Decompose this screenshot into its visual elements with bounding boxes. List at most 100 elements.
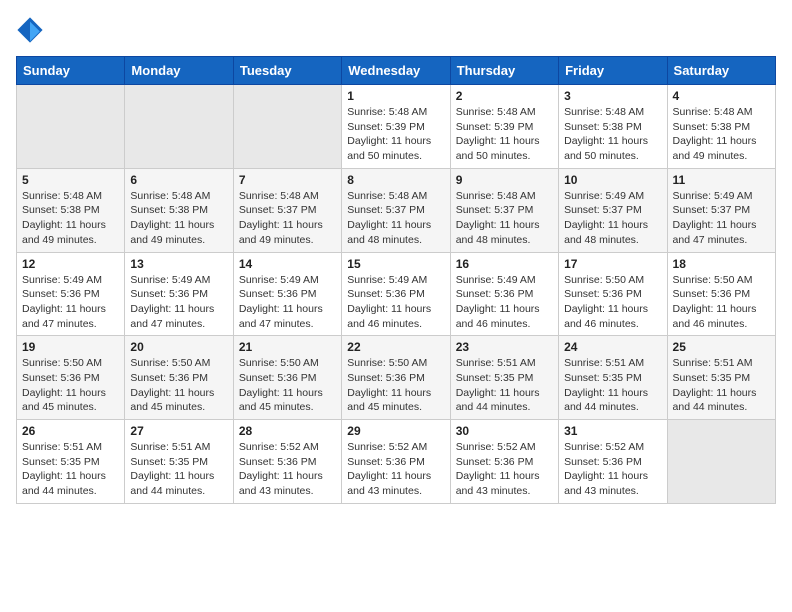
day-number: 24 <box>564 340 661 354</box>
day-number: 20 <box>130 340 227 354</box>
day-number: 21 <box>239 340 336 354</box>
calendar-cell: 6 Sunrise: 5:48 AM Sunset: 5:38 PM Daylig… <box>125 168 233 252</box>
day-info: Sunrise: 5:49 AM Sunset: 5:36 PM Dayligh… <box>22 273 119 332</box>
calendar-cell: 27 Sunrise: 5:51 AM Sunset: 5:35 PM Dayli… <box>125 420 233 504</box>
page-header <box>16 16 776 44</box>
day-number: 9 <box>456 173 553 187</box>
day-number: 25 <box>673 340 770 354</box>
calendar-cell: 1 Sunrise: 5:48 AM Sunset: 5:39 PM Daylig… <box>342 85 450 169</box>
day-info: Sunrise: 5:51 AM Sunset: 5:35 PM Dayligh… <box>22 440 119 499</box>
day-info: Sunrise: 5:50 AM Sunset: 5:36 PM Dayligh… <box>347 356 444 415</box>
day-number: 8 <box>347 173 444 187</box>
day-number: 16 <box>456 257 553 271</box>
calendar-cell: 10 Sunrise: 5:49 AM Sunset: 5:37 PM Dayli… <box>559 168 667 252</box>
calendar-week-row: 5 Sunrise: 5:48 AM Sunset: 5:38 PM Daylig… <box>17 168 776 252</box>
day-number: 6 <box>130 173 227 187</box>
day-info: Sunrise: 5:48 AM Sunset: 5:37 PM Dayligh… <box>239 189 336 248</box>
weekday-header: Monday <box>125 57 233 85</box>
day-number: 22 <box>347 340 444 354</box>
calendar-cell: 23 Sunrise: 5:51 AM Sunset: 5:35 PM Dayli… <box>450 336 558 420</box>
day-number: 4 <box>673 89 770 103</box>
calendar-cell: 21 Sunrise: 5:50 AM Sunset: 5:36 PM Dayli… <box>233 336 341 420</box>
day-number: 14 <box>239 257 336 271</box>
weekday-header-row: SundayMondayTuesdayWednesdayThursdayFrid… <box>17 57 776 85</box>
calendar-cell: 31Sunrise: 5:52 AM Sunset: 5:36 PM Dayli… <box>559 420 667 504</box>
calendar-cell: 19Sunrise: 5:50 AM Sunset: 5:36 PM Dayli… <box>17 336 125 420</box>
day-info: Sunrise: 5:51 AM Sunset: 5:35 PM Dayligh… <box>564 356 661 415</box>
calendar-cell: 16Sunrise: 5:49 AM Sunset: 5:36 PM Dayli… <box>450 252 558 336</box>
day-number: 12 <box>22 257 119 271</box>
day-number: 7 <box>239 173 336 187</box>
calendar-cell: 29 Sunrise: 5:52 AM Sunset: 5:36 PM Dayli… <box>342 420 450 504</box>
day-info: Sunrise: 5:51 AM Sunset: 5:35 PM Dayligh… <box>130 440 227 499</box>
day-info: Sunrise: 5:48 AM Sunset: 5:37 PM Dayligh… <box>456 189 553 248</box>
day-number: 29 <box>347 424 444 438</box>
day-number: 5 <box>22 173 119 187</box>
weekday-header: Saturday <box>667 57 775 85</box>
day-info: Sunrise: 5:48 AM Sunset: 5:38 PM Dayligh… <box>673 105 770 164</box>
day-info: Sunrise: 5:52 AM Sunset: 5:36 PM Dayligh… <box>456 440 553 499</box>
day-info: Sunrise: 5:51 AM Sunset: 5:35 PM Dayligh… <box>673 356 770 415</box>
day-number: 10 <box>564 173 661 187</box>
day-info: Sunrise: 5:48 AM Sunset: 5:38 PM Dayligh… <box>130 189 227 248</box>
day-info: Sunrise: 5:48 AM Sunset: 5:38 PM Dayligh… <box>22 189 119 248</box>
calendar-cell: 20Sunrise: 5:50 AM Sunset: 5:36 PM Dayli… <box>125 336 233 420</box>
day-number: 18 <box>673 257 770 271</box>
calendar-cell: 18 Sunrise: 5:50 AM Sunset: 5:36 PM Dayli… <box>667 252 775 336</box>
day-info: Sunrise: 5:49 AM Sunset: 5:37 PM Dayligh… <box>564 189 661 248</box>
day-number: 28 <box>239 424 336 438</box>
day-number: 30 <box>456 424 553 438</box>
calendar-cell <box>233 85 341 169</box>
calendar-cell <box>17 85 125 169</box>
day-info: Sunrise: 5:48 AM Sunset: 5:39 PM Dayligh… <box>456 105 553 164</box>
day-info: Sunrise: 5:50 AM Sunset: 5:36 PM Dayligh… <box>564 273 661 332</box>
calendar-cell: 25 Sunrise: 5:51 AM Sunset: 5:35 PM Dayli… <box>667 336 775 420</box>
day-number: 3 <box>564 89 661 103</box>
calendar-cell <box>667 420 775 504</box>
calendar-cell: 11 Sunrise: 5:49 AM Sunset: 5:37 PM Dayli… <box>667 168 775 252</box>
day-number: 23 <box>456 340 553 354</box>
day-info: Sunrise: 5:48 AM Sunset: 5:37 PM Dayligh… <box>347 189 444 248</box>
day-info: Sunrise: 5:50 AM Sunset: 5:36 PM Dayligh… <box>239 356 336 415</box>
day-info: Sunrise: 5:49 AM Sunset: 5:36 PM Dayligh… <box>130 273 227 332</box>
day-number: 26 <box>22 424 119 438</box>
calendar-cell: 9 Sunrise: 5:48 AM Sunset: 5:37 PM Daylig… <box>450 168 558 252</box>
day-info: Sunrise: 5:52 AM Sunset: 5:36 PM Dayligh… <box>347 440 444 499</box>
calendar-cell: 26 Sunrise: 5:51 AM Sunset: 5:35 PM Dayli… <box>17 420 125 504</box>
day-number: 31 <box>564 424 661 438</box>
day-number: 13 <box>130 257 227 271</box>
calendar-week-row: 1 Sunrise: 5:48 AM Sunset: 5:39 PM Daylig… <box>17 85 776 169</box>
calendar-week-row: 26 Sunrise: 5:51 AM Sunset: 5:35 PM Dayli… <box>17 420 776 504</box>
day-info: Sunrise: 5:49 AM Sunset: 5:37 PM Dayligh… <box>673 189 770 248</box>
day-number: 27 <box>130 424 227 438</box>
calendar-table: SundayMondayTuesdayWednesdayThursdayFrid… <box>16 56 776 504</box>
day-info: Sunrise: 5:49 AM Sunset: 5:36 PM Dayligh… <box>239 273 336 332</box>
day-info: Sunrise: 5:50 AM Sunset: 5:36 PM Dayligh… <box>22 356 119 415</box>
calendar-cell: 2 Sunrise: 5:48 AM Sunset: 5:39 PM Daylig… <box>450 85 558 169</box>
weekday-header: Sunday <box>17 57 125 85</box>
day-info: Sunrise: 5:52 AM Sunset: 5:36 PM Dayligh… <box>239 440 336 499</box>
calendar-cell: 4 Sunrise: 5:48 AM Sunset: 5:38 PM Daylig… <box>667 85 775 169</box>
calendar-cell: 7 Sunrise: 5:48 AM Sunset: 5:37 PM Daylig… <box>233 168 341 252</box>
day-number: 1 <box>347 89 444 103</box>
calendar-week-row: 12 Sunrise: 5:49 AM Sunset: 5:36 PM Dayli… <box>17 252 776 336</box>
calendar-week-row: 19Sunrise: 5:50 AM Sunset: 5:36 PM Dayli… <box>17 336 776 420</box>
day-info: Sunrise: 5:51 AM Sunset: 5:35 PM Dayligh… <box>456 356 553 415</box>
day-info: Sunrise: 5:50 AM Sunset: 5:36 PM Dayligh… <box>673 273 770 332</box>
day-number: 2 <box>456 89 553 103</box>
weekday-header: Friday <box>559 57 667 85</box>
calendar-cell <box>125 85 233 169</box>
calendar-cell: 24 Sunrise: 5:51 AM Sunset: 5:35 PM Dayli… <box>559 336 667 420</box>
weekday-header: Tuesday <box>233 57 341 85</box>
day-number: 17 <box>564 257 661 271</box>
day-info: Sunrise: 5:48 AM Sunset: 5:39 PM Dayligh… <box>347 105 444 164</box>
weekday-header: Wednesday <box>342 57 450 85</box>
day-info: Sunrise: 5:48 AM Sunset: 5:38 PM Dayligh… <box>564 105 661 164</box>
calendar-cell: 22 Sunrise: 5:50 AM Sunset: 5:36 PM Dayli… <box>342 336 450 420</box>
day-info: Sunrise: 5:49 AM Sunset: 5:36 PM Dayligh… <box>347 273 444 332</box>
calendar-cell: 30 Sunrise: 5:52 AM Sunset: 5:36 PM Dayli… <box>450 420 558 504</box>
logo-icon <box>16 16 44 44</box>
calendar-cell: 13 Sunrise: 5:49 AM Sunset: 5:36 PM Dayli… <box>125 252 233 336</box>
day-number: 11 <box>673 173 770 187</box>
calendar-cell: 15Sunrise: 5:49 AM Sunset: 5:36 PM Dayli… <box>342 252 450 336</box>
